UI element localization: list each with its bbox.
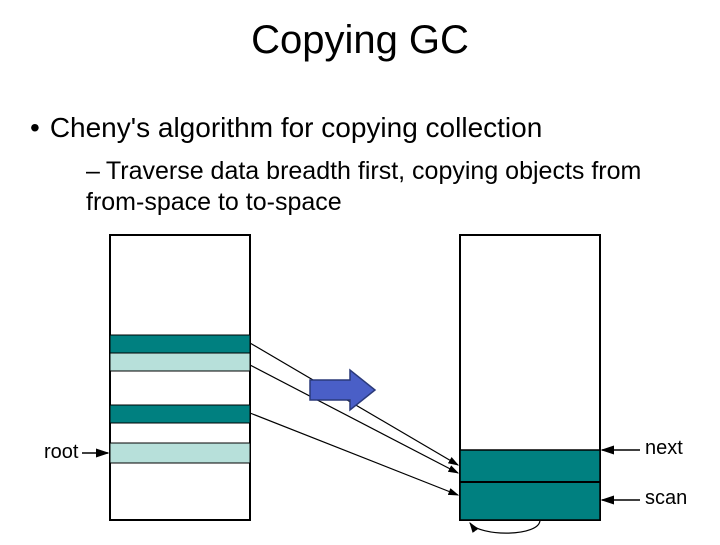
diagram: root next scan: [0, 225, 720, 540]
slide-title: Copying GC: [0, 0, 720, 63]
bullet-main: • Cheny's algorithm for copying collectio…: [30, 112, 700, 144]
bullet-dot: •: [30, 112, 40, 143]
root-label: root: [44, 441, 78, 464]
to-space: [460, 235, 600, 520]
subbullet-text: Traverse data breadth first, copying obj…: [86, 157, 641, 216]
next-label: next: [645, 437, 683, 460]
scan-loop-arrow: [470, 520, 540, 533]
subbullet: –Traverse data breadth first, copying ob…: [86, 156, 690, 219]
subbullet-dash: –: [86, 157, 100, 185]
big-arrow-icon: [310, 370, 375, 410]
bullet-text: Cheny's algorithm for copying collection: [50, 112, 542, 143]
from-space: [110, 235, 250, 520]
copy-arrow-3: [250, 413, 458, 495]
scan-label: scan: [645, 487, 687, 510]
